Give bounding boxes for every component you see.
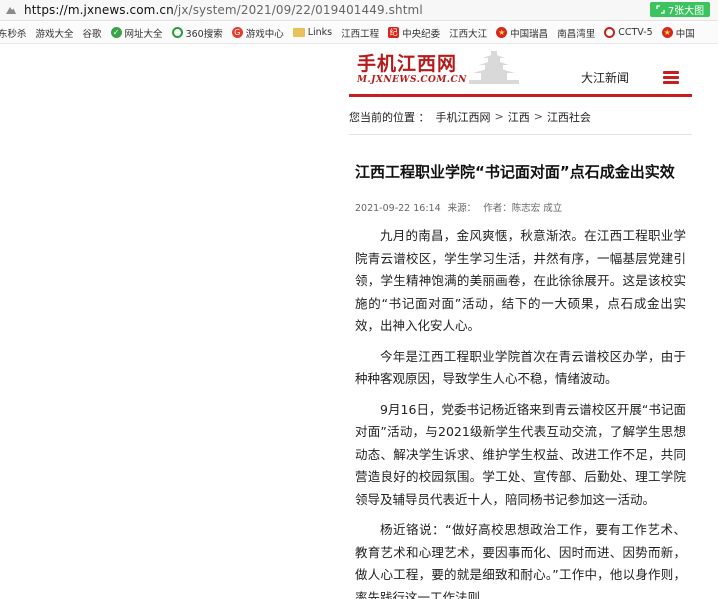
menu-icon[interactable] <box>663 71 679 84</box>
bookmark-label: 谷歌 <box>82 28 102 40</box>
article-title: 江西工程职业学院“书记面对面”点石成金出实效 <box>355 163 675 181</box>
logo-chinese: 手机江西网 <box>357 53 458 75</box>
bookmarks-bar: 东秒杀 游戏大全 谷歌 ✓ 网址大全 360搜索 G 游戏中心 Links 江西工程纪中央纪委 江西… <box>0 22 718 44</box>
site-logo[interactable]: 手机江西网 M.JXNEWS.COM.CN <box>357 49 467 85</box>
article-meta: 2021-09-22 16:14 来源： 作者：陈志宏 成立 <box>355 200 686 214</box>
bookmark-label: 中国瑞昌 <box>510 28 549 40</box>
bookmark-emblem-icon: ★ <box>496 27 508 38</box>
url-path: /jx/system/2021/09/22/019401449.shtml <box>173 3 423 17</box>
bookmark-label: Links <box>307 27 333 38</box>
bookmark-item[interactable]: CCTV-5 <box>604 27 653 38</box>
bookmark-item[interactable]: ★ 中国 <box>661 26 695 40</box>
bookmark-emblem-icon: ★ <box>661 27 673 38</box>
bookmark-item[interactable]: 谷歌 <box>83 26 102 40</box>
bookmark-label: 游戏中心 <box>245 28 284 40</box>
bookmark-label: CCTV-5 <box>618 27 653 38</box>
bookmark-item[interactable]: G 游戏中心 <box>231 26 284 40</box>
bookmark-label: 网址大全 <box>124 28 163 40</box>
article-source-label: 来源： <box>447 203 477 214</box>
url-host: https://m.jxnews.com.cn <box>24 3 174 17</box>
site-header: 手机江西网 M.JXNEWS.COM.CN 大江新闻 <box>349 45 692 97</box>
address-bar[interactable]: https://m.jxnews.com.cn/jx/system/2021/0… <box>0 0 718 21</box>
site-info-icon[interactable] <box>4 3 18 17</box>
bookmark-item[interactable]: ✓ 网址大全 <box>110 26 163 40</box>
article-author: 作者：陈志宏 成立 <box>483 203 563 214</box>
bookmark-label: 江西工程 <box>341 28 380 40</box>
bookmark-item[interactable]: 纪中央纪委 <box>388 26 440 40</box>
article: 江西工程职业学院“书记面对面”点石成金出实效 2021-09-22 16:14 … <box>349 161 692 599</box>
bookmark-folder-icon <box>292 28 305 37</box>
article-paragraph: 杨近铬说：“做好高校思想政治工作，要有工作艺术、教育艺术和心理艺术，要因事而化、… <box>355 522 686 599</box>
bookmark-ring-icon <box>171 27 183 38</box>
url-text[interactable]: https://m.jxnews.com.cn/jx/system/2021/0… <box>24 3 423 17</box>
breadcrumb-separator: > <box>494 110 504 123</box>
breadcrumb-home[interactable]: 手机江西网 <box>436 109 491 125</box>
bookmark-item[interactable]: Links <box>292 27 333 38</box>
logo-english: M.JXNEWS.COM.CN <box>357 75 467 85</box>
bookmark-label: 游戏大全 <box>35 28 74 40</box>
image-viewer-label: 7张大图 <box>667 6 705 17</box>
bookmark-game-icon: G <box>231 27 243 38</box>
mobile-page-column: 手机江西网 M.JXNEWS.COM.CN 大江新闻 您当前的位置 ： 手机江西… <box>349 45 692 599</box>
bookmark-item[interactable]: 江西工程 <box>341 26 379 40</box>
breadcrumb-separator: > <box>533 110 543 123</box>
tengwang-pavilion-icon <box>469 51 519 84</box>
breadcrumb-society[interactable]: 江西社会 <box>547 109 591 125</box>
bookmark-label: 东秒杀 <box>0 28 27 40</box>
article-paragraph: 9月16日，党委书记杨近铬来到青云谱校区开展“书记面对面”活动，与2021级新学… <box>355 401 686 507</box>
article-paragraph: 九月的南昌，金风爽惬，秋意渐浓。在江西工程职业学院青云谱校区，学生学习生活，井然… <box>355 228 686 333</box>
bookmark-label: 江西大江 <box>449 28 488 40</box>
bookmark-item[interactable]: 360搜索 <box>171 26 223 40</box>
breadcrumb-label: 您当前的位置 ： <box>349 110 430 124</box>
bookmark-item[interactable]: 东秒杀 <box>0 26 27 40</box>
bookmark-item[interactable]: 江西大江 <box>449 26 487 40</box>
image-viewer-button[interactable]: 7张大图 <box>650 2 710 17</box>
bookmark-label: 360搜索 <box>185 28 223 40</box>
breadcrumb-jiangxi[interactable]: 江西 <box>508 109 530 125</box>
bookmark-label: 中央纪委 <box>402 28 441 40</box>
page-viewport: 手机江西网 M.JXNEWS.COM.CN 大江新闻 您当前的位置 ： 手机江西… <box>0 45 718 599</box>
bookmark-cctv-icon <box>604 27 616 38</box>
bookmark-red-icon: 纪 <box>388 27 400 38</box>
article-date: 2021-09-22 16:14 <box>355 203 441 214</box>
bookmark-item[interactable]: 南昌湾里 <box>557 26 595 40</box>
breadcrumb: 您当前的位置 ： 手机江西网 > 江西 > 江西社会 <box>349 97 692 135</box>
bookmark-green-icon: ✓ <box>110 27 122 38</box>
channel-name[interactable]: 大江新闻 <box>581 69 629 86</box>
expand-icon <box>656 5 665 14</box>
bookmark-item[interactable]: ★ 中国瑞昌 <box>496 26 548 40</box>
bookmark-label: 中国 <box>675 28 695 40</box>
article-paragraph: 今年是江西工程职业学院首次在青云谱校区办学，由于种种客观原因，导致学生人心不稳，… <box>355 348 686 387</box>
bookmark-item[interactable]: 游戏大全 <box>36 26 74 40</box>
article-body: 九月的南昌，金风爽惬，秋意渐浓。在江西工程职业学院青云谱校区，学生学习生活，井然… <box>355 225 686 599</box>
bookmark-label: 南昌湾里 <box>557 28 596 40</box>
